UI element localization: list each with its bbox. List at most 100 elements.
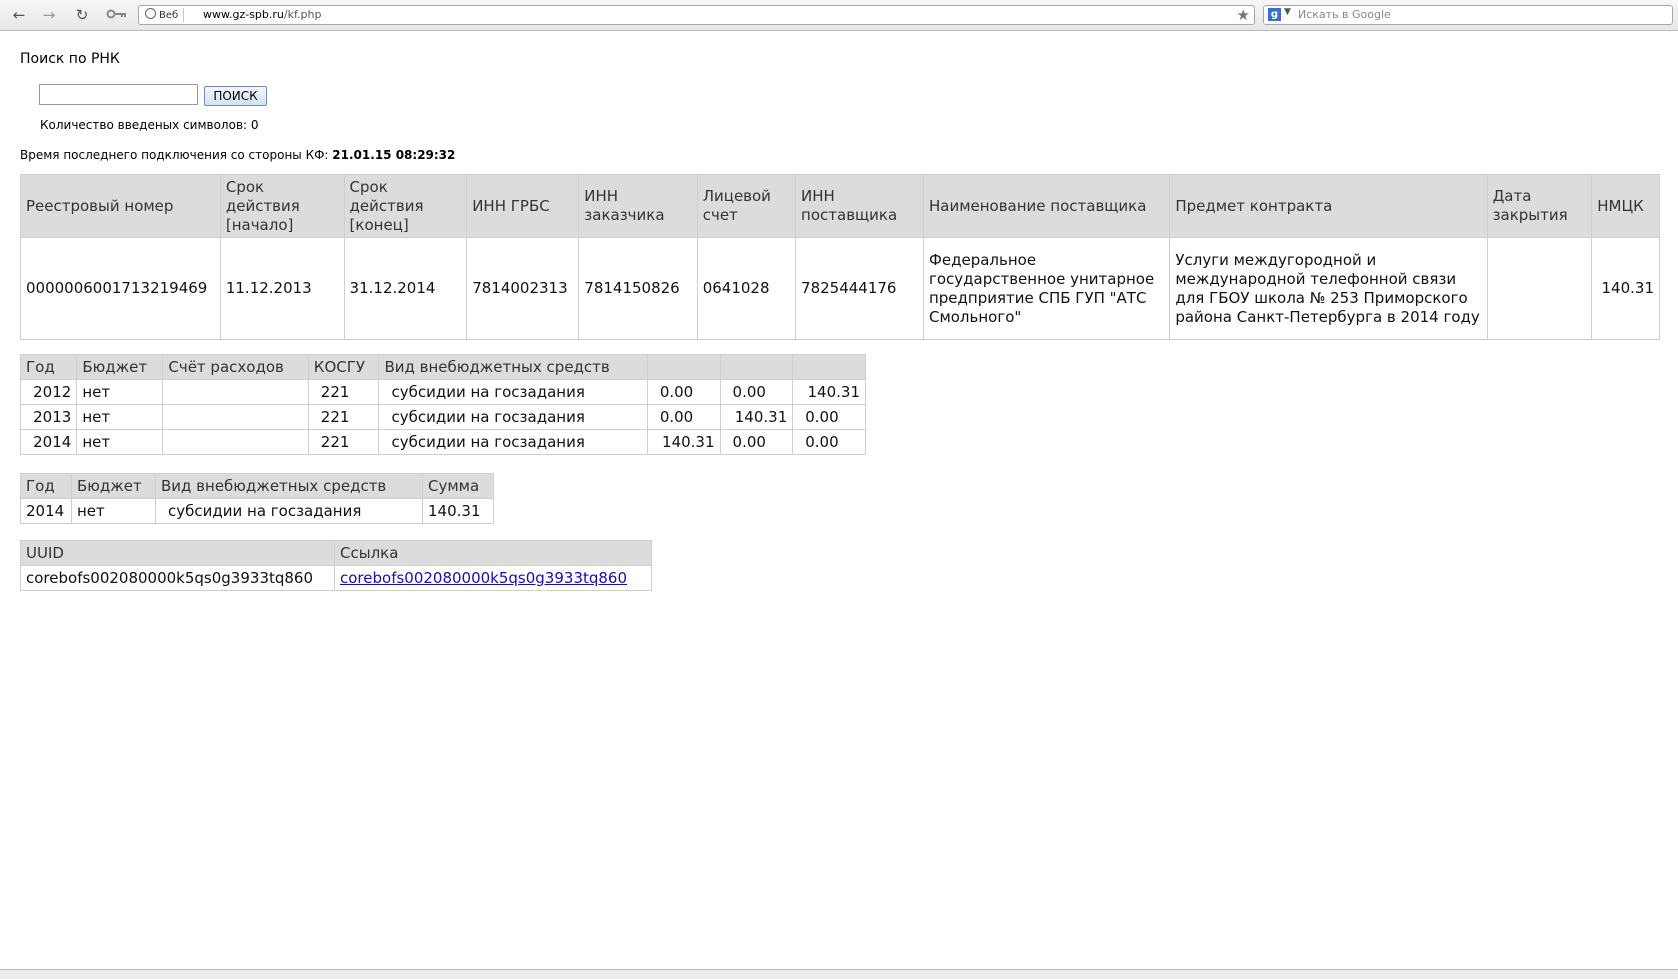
- chevron-down-icon[interactable]: ▼: [1284, 7, 1291, 17]
- last-connection-label: Время последнего подключения со стороны …: [20, 148, 329, 162]
- col-header: Бюджет: [71, 473, 156, 499]
- last-connection-text: Время последнего подключения со стороны …: [20, 148, 455, 162]
- table-cell: субсидии на госзадания: [378, 379, 648, 405]
- table-cell: [162, 404, 309, 430]
- table-cell: 221: [307, 379, 380, 405]
- table-cell: нет: [71, 498, 156, 524]
- web-search-bar[interactable]: g ▼ Искать в Google: [1263, 5, 1673, 25]
- col-header: Лицевой счет: [696, 174, 797, 238]
- forward-arrow-icon[interactable]: →: [38, 5, 60, 25]
- table-cell: 7814002313: [466, 237, 580, 340]
- site-identity-button[interactable]: Веб: [142, 8, 185, 22]
- identity-label: Веб: [159, 10, 179, 21]
- table-cell: 0.00: [719, 429, 794, 455]
- page-title: Поиск по РНК: [20, 51, 120, 67]
- col-header: Ссылка: [334, 540, 652, 566]
- table-row: 2012 нет 221 субсидии на госзадания 0.00…: [19, 379, 866, 405]
- table-cell: 7814150826: [578, 237, 698, 340]
- key-icon[interactable]: [104, 5, 130, 25]
- search-placeholder: Искать в Google: [1298, 8, 1391, 21]
- table-cell: [162, 429, 309, 455]
- table-row: 2014 нет субсидии на госзадания 140.31: [20, 498, 494, 524]
- table-cell: 221: [307, 404, 380, 430]
- table-header-row: Год Бюджет Вид внебюджетных средств Сумм…: [20, 473, 494, 499]
- table-cell: 11.12.2013: [219, 237, 345, 340]
- table-cell: нет: [76, 429, 164, 455]
- table-cell: 140.31: [646, 429, 721, 455]
- table-header-row: Год Бюджет Счёт расходов КОСГУ Вид внебю…: [19, 354, 866, 380]
- table-cell: Услуги междугородной и международной тел…: [1169, 237, 1488, 340]
- col-header: ИНН ГРБС: [466, 174, 580, 238]
- col-header: КОСГУ: [307, 354, 380, 380]
- table-row: 2014 нет 221 субсидии на госзадания 140.…: [19, 429, 866, 455]
- char-count-text: Количество введеных символов: 0: [40, 118, 259, 132]
- table-cell: 140.31: [719, 404, 794, 430]
- table-cell: 140.31: [1591, 237, 1660, 340]
- table-cell: субсидии на госзадания: [155, 498, 423, 524]
- table-header-row: Реестровый номер Срок действия [начало] …: [20, 174, 1660, 238]
- table-cell: 140.31: [792, 379, 866, 405]
- browser-toolbar: ← → ↻ Веб www.gz-spb.ru/kf.php ★ g ▼ Иск…: [0, 0, 1678, 31]
- col-header: UUID: [20, 540, 335, 566]
- col-header: Бюджет: [76, 354, 164, 380]
- uuid-cell: corebofs002080000k5qs0g3933tq860: [20, 565, 335, 591]
- col-header: Предмет контракта: [1169, 174, 1488, 238]
- table-row: corebofs002080000k5qs0g3933tq860 corebof…: [20, 565, 652, 591]
- table-cell: 2014: [20, 498, 72, 524]
- table-row: 2013 нет 221 субсидии на госзадания 0.00…: [19, 404, 866, 430]
- url-path: /kf.php: [283, 8, 322, 21]
- table-cell: 0000006001713219469: [20, 237, 221, 340]
- link-cell: corebofs002080000k5qs0g3933tq860: [334, 565, 652, 591]
- table-cell: 7825444176: [795, 237, 924, 340]
- col-header: Счёт расходов: [162, 354, 309, 380]
- table-cell: 0641028: [696, 237, 797, 340]
- col-header: ИНН заказчика: [578, 174, 698, 238]
- table-cell: 0.00: [792, 429, 866, 455]
- table-cell: субсидии на госзадания: [378, 404, 648, 430]
- col-header: Сумма: [422, 473, 494, 499]
- col-header: Год: [20, 473, 72, 499]
- bookmark-star-icon[interactable]: ★: [1237, 6, 1250, 24]
- table-cell: 2014: [19, 429, 78, 455]
- col-header: Дата закрытия: [1486, 174, 1593, 238]
- table-cell: 31.12.2014: [343, 237, 468, 340]
- table-cell: Федеральное государственное унитарное пр…: [922, 237, 1171, 340]
- address-bar[interactable]: Веб www.gz-spb.ru/kf.php ★: [138, 5, 1255, 25]
- uuid-link[interactable]: corebofs002080000k5qs0g3933tq860: [340, 569, 627, 587]
- table-row: 0000006001713219469 11.12.2013 31.12.201…: [20, 237, 1660, 340]
- table-cell: 2013: [19, 404, 78, 430]
- globe-icon: [145, 8, 156, 19]
- table-cell: [162, 379, 309, 405]
- col-header: Срок действия [начало]: [219, 174, 345, 238]
- table-cell: субсидии на госзадания: [378, 429, 648, 455]
- google-icon[interactable]: g: [1268, 8, 1281, 21]
- col-header: Год: [19, 354, 78, 380]
- table-cell: нет: [76, 379, 164, 405]
- url-host: www.gz-spb.ru: [203, 8, 284, 21]
- col-header: Срок действия [конец]: [343, 174, 468, 238]
- uuid-table: UUID Ссылка corebofs002080000k5qs0g3933t…: [20, 540, 652, 591]
- table-cell: нет: [76, 404, 164, 430]
- back-arrow-icon[interactable]: ←: [8, 5, 30, 25]
- table-cell: 2012: [19, 379, 78, 405]
- url-text[interactable]: www.gz-spb.ru/kf.php: [203, 8, 321, 22]
- table-cell: 0.00: [792, 404, 866, 430]
- sum-table: Год Бюджет Вид внебюджетных средств Сумм…: [20, 473, 494, 524]
- col-header: [719, 354, 794, 380]
- reload-icon[interactable]: ↻: [71, 5, 93, 25]
- last-connection-value: 21.01.15 08:29:32: [332, 148, 456, 162]
- finance-table: Год Бюджет Счёт расходов КОСГУ Вид внебю…: [19, 354, 866, 455]
- table-cell: 0.00: [646, 404, 721, 430]
- table-cell: 221: [307, 429, 380, 455]
- search-button[interactable]: ПОИСК: [204, 86, 267, 106]
- col-header: НМЦК: [1591, 174, 1660, 238]
- contract-table: Реестровый номер Срок действия [начало] …: [20, 174, 1660, 340]
- col-header: Реестровый номер: [20, 174, 221, 238]
- col-header: [792, 354, 866, 380]
- table-cell: 0.00: [719, 379, 794, 405]
- col-header: Вид внебюджетных средств: [378, 354, 648, 380]
- col-header: ИНН поставщика: [795, 174, 924, 238]
- col-header: Вид внебюджетных средств: [155, 473, 423, 499]
- rnk-search-input[interactable]: [39, 84, 198, 105]
- table-cell: [1486, 237, 1593, 340]
